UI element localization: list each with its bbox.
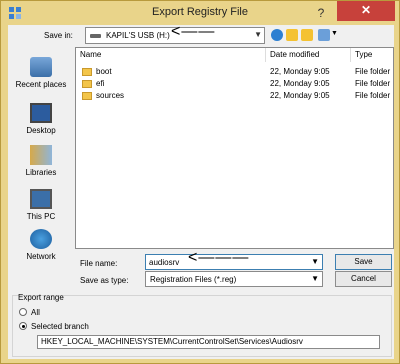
close-button[interactable]: ✕ bbox=[337, 1, 395, 21]
file-name-value: audiosrv bbox=[149, 258, 180, 267]
place-label: Libraries bbox=[25, 168, 57, 177]
file-date: 22, Monday 9:05 bbox=[270, 67, 330, 76]
place-network[interactable]: Network bbox=[8, 229, 74, 261]
view-menu-chevron-icon[interactable]: ▼ bbox=[331, 30, 338, 37]
selected-branch-radio[interactable] bbox=[19, 322, 27, 330]
save-as-type-value: Registration Files (*.reg) bbox=[150, 275, 237, 284]
network-icon bbox=[30, 229, 52, 249]
title-bar[interactable]: Export Registry File ? ✕ bbox=[1, 1, 399, 25]
file-name: sources bbox=[96, 91, 125, 100]
folder-icon bbox=[82, 68, 92, 76]
file-list[interactable]: Name Date modified Type boot 22, Monday … bbox=[75, 47, 394, 249]
save-as-type-dropdown[interactable]: Registration Files (*.reg) ▼ bbox=[145, 271, 323, 287]
save-as-type-label: Save as type: bbox=[80, 276, 129, 285]
folder-icon bbox=[82, 80, 92, 88]
save-button[interactable]: Save bbox=[335, 254, 392, 270]
chevron-down-icon[interactable]: ▼ bbox=[311, 274, 319, 283]
libraries-icon bbox=[30, 145, 52, 165]
file-name-label: File name: bbox=[80, 259, 118, 268]
folder-icon bbox=[82, 92, 92, 100]
recent-places-icon bbox=[30, 57, 52, 77]
export-registry-dialog: Export Registry File ? ✕ Save in: KAPIL'… bbox=[0, 0, 400, 364]
file-type: File folder bbox=[355, 79, 391, 88]
back-icon[interactable] bbox=[271, 29, 283, 41]
annotation-arrow: <——— bbox=[188, 249, 250, 266]
chevron-down-icon[interactable]: ▼ bbox=[254, 30, 262, 39]
file-date: 22, Monday 9:05 bbox=[270, 79, 330, 88]
cancel-button[interactable]: Cancel bbox=[335, 271, 392, 287]
file-row[interactable]: sources 22, Monday 9:05 File folder bbox=[76, 90, 393, 102]
column-header-type[interactable]: Type bbox=[351, 48, 393, 62]
file-type: File folder bbox=[355, 67, 391, 76]
dialog-body: Save in: KAPIL'S USB (H:) ▼ <—— ▼ Recent… bbox=[8, 23, 394, 359]
chevron-down-icon[interactable]: ▼ bbox=[311, 257, 319, 266]
file-name: boot bbox=[96, 67, 112, 76]
all-radio[interactable] bbox=[19, 308, 27, 316]
file-type: File folder bbox=[355, 91, 391, 100]
selected-branch-field[interactable]: HKEY_LOCAL_MACHINE\SYSTEM\CurrentControl… bbox=[37, 335, 380, 349]
file-row[interactable]: efi 22, Monday 9:05 File folder bbox=[76, 78, 393, 90]
place-recent-places[interactable]: Recent places bbox=[8, 57, 74, 89]
place-label: Desktop bbox=[26, 126, 56, 135]
places-bar: Recent places Desktop Libraries This PC … bbox=[8, 47, 74, 261]
place-desktop[interactable]: Desktop bbox=[8, 103, 74, 135]
place-libraries[interactable]: Libraries bbox=[8, 145, 74, 177]
place-this-pc[interactable]: This PC bbox=[8, 189, 74, 221]
file-date: 22, Monday 9:05 bbox=[270, 91, 330, 100]
up-folder-icon[interactable] bbox=[286, 29, 298, 41]
column-header-date-modified[interactable]: Date modified bbox=[266, 48, 351, 62]
selected-branch-label[interactable]: Selected branch bbox=[31, 322, 89, 331]
this-pc-icon bbox=[30, 189, 52, 209]
annotation-arrow: <—— bbox=[171, 23, 216, 40]
help-button[interactable]: ? bbox=[309, 4, 333, 22]
new-folder-icon[interactable] bbox=[301, 29, 313, 41]
place-label: This PC bbox=[26, 212, 56, 221]
view-menu-icon[interactable] bbox=[318, 29, 330, 41]
column-header-name[interactable]: Name bbox=[76, 48, 266, 62]
desktop-icon bbox=[30, 103, 52, 123]
file-row[interactable]: boot 22, Monday 9:05 File folder bbox=[76, 66, 393, 78]
file-name: efi bbox=[96, 79, 105, 88]
export-range-title: Export range bbox=[18, 293, 64, 302]
save-in-label: Save in: bbox=[44, 31, 73, 40]
save-in-value: KAPIL'S USB (H:) bbox=[106, 31, 170, 40]
all-label[interactable]: All bbox=[31, 308, 40, 317]
usb-drive-icon bbox=[90, 34, 101, 38]
place-label: Network bbox=[26, 252, 56, 261]
place-label: Recent places bbox=[15, 80, 67, 89]
